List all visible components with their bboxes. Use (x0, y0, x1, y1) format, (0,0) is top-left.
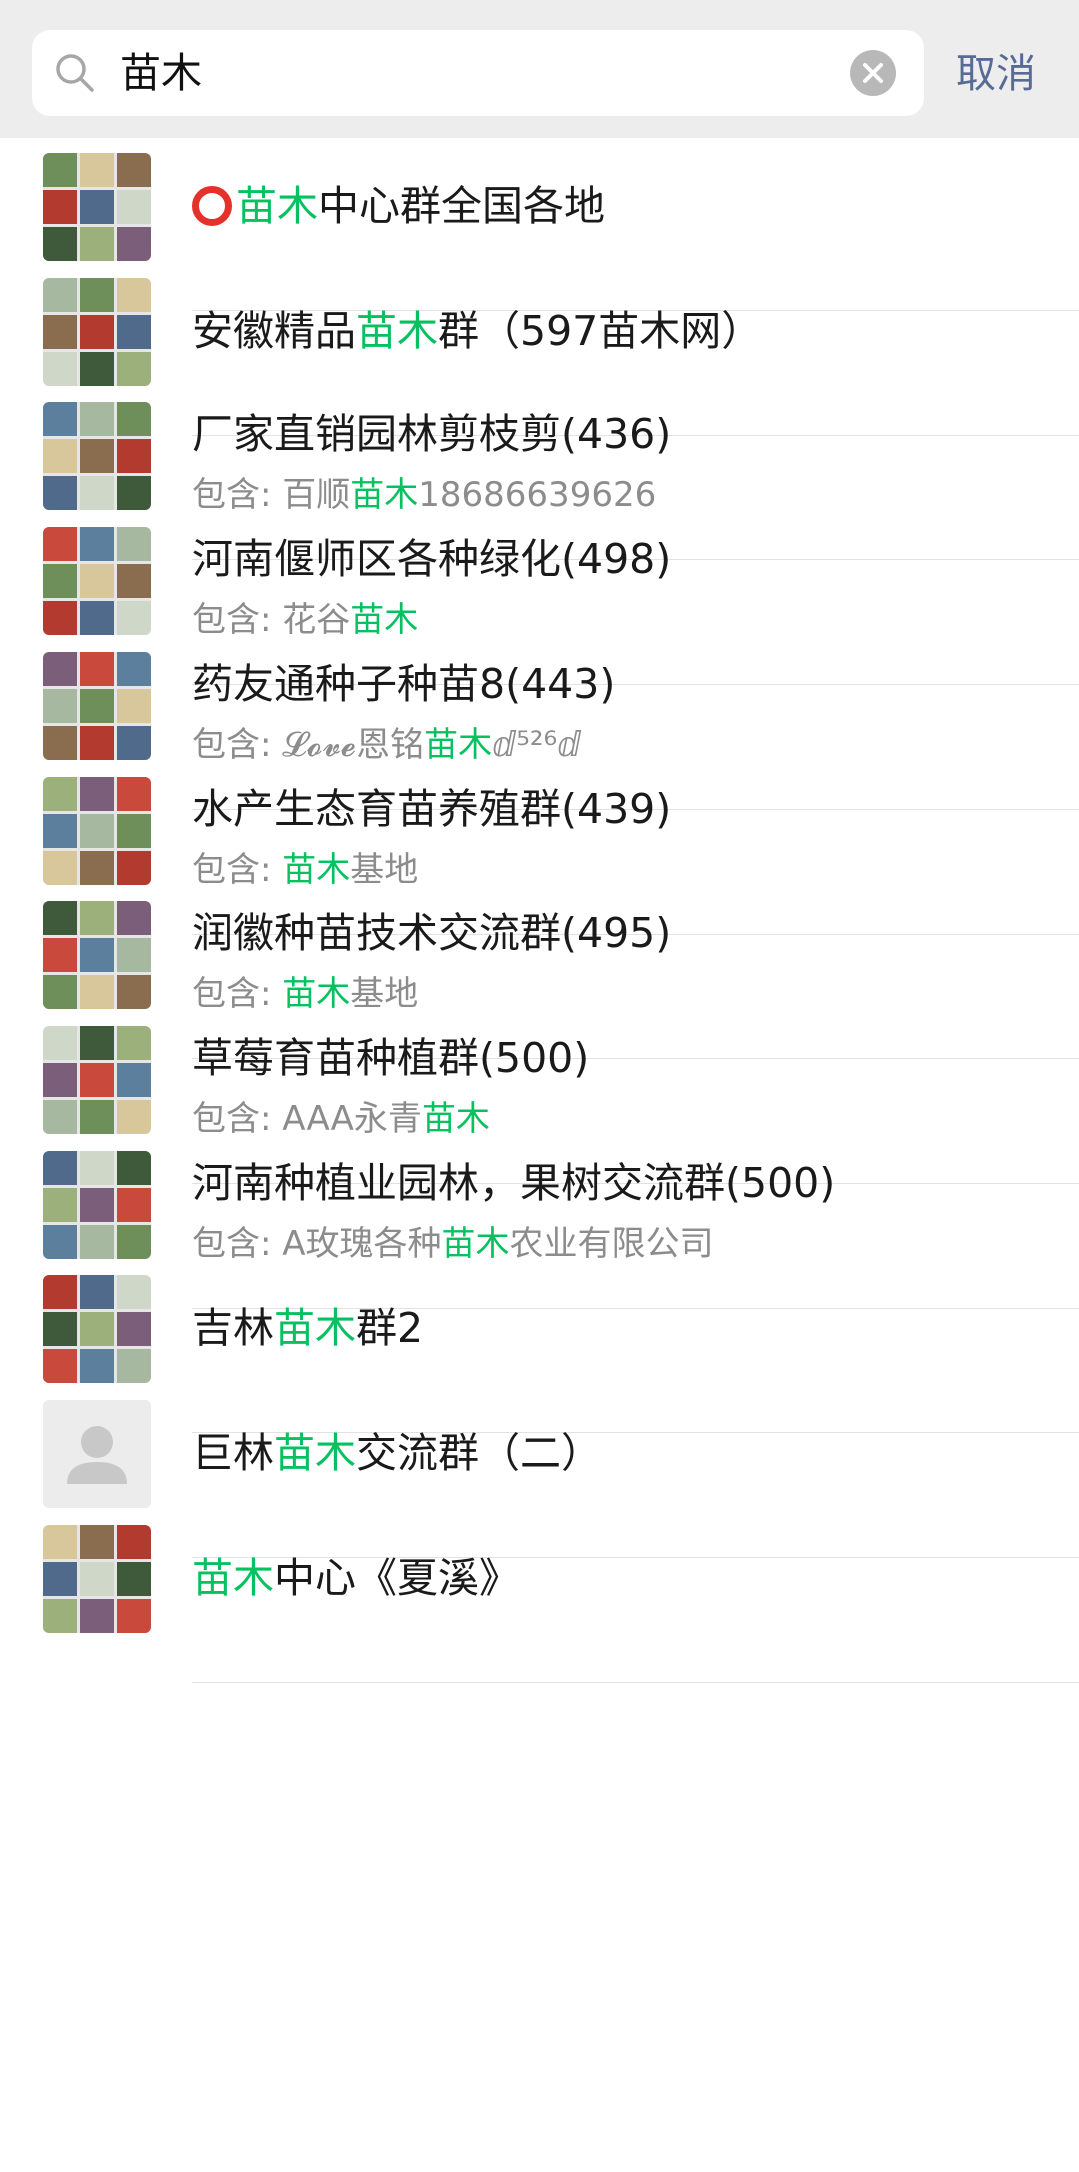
group-avatar (43, 1150, 151, 1259)
search-bar-container: 苗木 取消 (0, 0, 1079, 138)
subtitle-text: 18686639626 (418, 475, 657, 516)
subtitle-highlight: 苗木 (421, 1098, 490, 1139)
title-text: 草莓育苗种植群(500) (192, 1033, 590, 1082)
subtitle-highlight: 苗木 (424, 724, 493, 765)
subtitle-highlight: 苗木 (441, 1223, 510, 1264)
subtitle-text: ⅆ⁵²⁶ⅆ (492, 724, 582, 765)
title-highlight: 苗木 (192, 1553, 274, 1602)
subtitle-text: 包含: (192, 849, 283, 890)
search-box[interactable]: 苗木 (32, 30, 924, 116)
default-avatar-icon (43, 1400, 151, 1508)
title-text: 中心群全国各地 (318, 182, 605, 230)
subtitle-highlight: 苗木 (350, 475, 419, 516)
subtitle-text: 包含: A玫瑰各种 (192, 1223, 442, 1264)
group-avatar (43, 1524, 151, 1633)
result-title: 草莓育苗种植群(500) (192, 1030, 589, 1086)
group-avatar (43, 277, 151, 386)
group-avatar (43, 776, 151, 885)
group-avatar (43, 153, 151, 261)
clear-search-icon[interactable] (850, 50, 896, 96)
subtitle-highlight: 苗木 (350, 600, 419, 641)
group-avatar (43, 901, 151, 1010)
title-text: 药友通种子种苗8(443) (192, 659, 616, 708)
title-text: 群2 (356, 1304, 424, 1353)
result-title: 巨林苗木交流群（二） (192, 1425, 602, 1481)
group-avatar (43, 402, 151, 511)
result-title: 厂家直销园林剪枝剪(436) (192, 406, 671, 462)
cancel-button[interactable]: 取消 (956, 44, 1036, 104)
group-avatar (43, 527, 151, 636)
group-avatar (43, 1025, 151, 1134)
subtitle-text: 包含: (192, 974, 283, 1015)
result-title: 润徽种苗技术交流群(495) (192, 905, 671, 961)
red-circle-icon (192, 186, 232, 226)
result-title: 河南种植业园林，果树交流群(500) (192, 1155, 835, 1211)
title-highlight: 苗木 (274, 1429, 356, 1477)
result-title: 河南偃师区各种绿化(498) (192, 531, 671, 587)
result-title: 吉林苗木群2 (192, 1300, 423, 1356)
title-text: 中心《夏溪》 (274, 1553, 520, 1602)
search-input[interactable]: 苗木 (120, 46, 202, 100)
subtitle-text: 包含: 花谷 (192, 600, 351, 641)
result-title: 苗木中心群全国各地 (192, 178, 605, 234)
subtitle-text: 包含: 百顺 (192, 475, 351, 516)
subtitle-text: 包含: AAA永青 (192, 1098, 422, 1139)
title-text: 巨林 (192, 1429, 274, 1477)
search-icon (56, 54, 94, 92)
subtitle-text: 基地 (350, 849, 419, 890)
group-avatar (43, 1275, 151, 1384)
result-title: 苗木中心《夏溪》 (192, 1550, 520, 1606)
subtitle-text: 农业有限公司 (509, 1223, 714, 1264)
title-text: 水产生态育苗养殖群(439) (192, 784, 672, 833)
title-highlight: 苗木 (356, 306, 438, 355)
group-avatar (43, 651, 151, 760)
title-text: 河南偃师区各种绿化(498) (192, 535, 672, 584)
title-text: 交流群（二） (356, 1429, 602, 1477)
title-text: 厂家直销园林剪枝剪(436) (192, 410, 672, 459)
result-title: 药友通种子种苗8(443) (192, 656, 615, 712)
result-row[interactable]: 苗木中心《夏溪》 (0, 1510, 1079, 1683)
subtitle-highlight: 苗木 (282, 849, 351, 890)
subtitle-highlight: 苗木 (282, 974, 351, 1015)
result-title: 安徽精品苗木群（597苗木网） (192, 303, 762, 359)
subtitle-text: 基地 (350, 974, 419, 1015)
title-text: 河南种植业园林，果树交流群(500) (192, 1158, 836, 1207)
row-divider (192, 1681, 1079, 1683)
title-text: 群（597苗木网） (438, 306, 763, 355)
title-text: 吉林 (192, 1304, 274, 1353)
title-highlight: 苗木 (274, 1304, 356, 1353)
title-highlight: 苗木 (236, 182, 318, 230)
title-text: 安徽精品 (192, 306, 356, 355)
title-text: 润徽种苗技术交流群(495) (192, 909, 672, 958)
subtitle-text: 包含: 𝓛𝓸𝓿𝓮恩铭 (192, 724, 425, 765)
result-title: 水产生态育苗养殖群(439) (192, 781, 671, 837)
